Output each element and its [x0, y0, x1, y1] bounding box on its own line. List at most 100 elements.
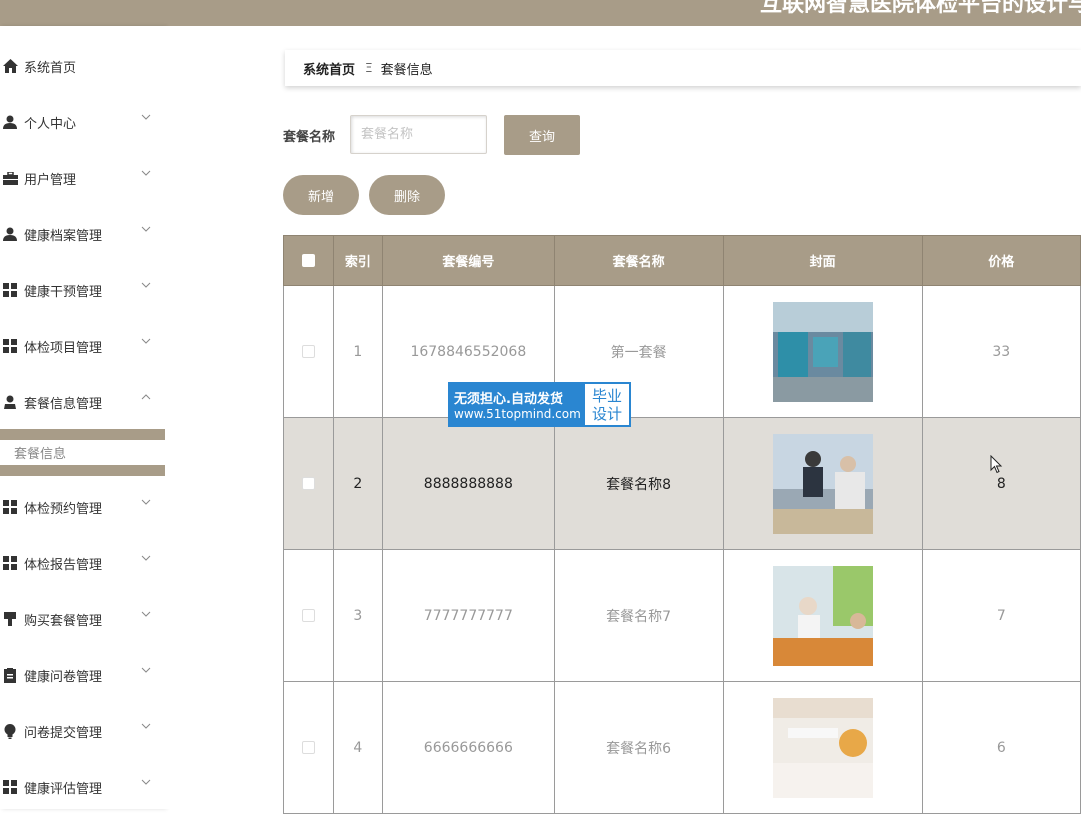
- sidebar-item-exam-items[interactable]: 体检项目管理: [0, 318, 165, 374]
- watermark-line1: 无须担心.自动发货: [454, 392, 563, 407]
- chevron-up-icon: [141, 394, 151, 400]
- sidebar-item-exam-reports[interactable]: 体检报告管理: [0, 535, 165, 591]
- chevron-down-icon: [141, 114, 151, 120]
- package-table: 索引 套餐编号 套餐名称 封面 价格 1 1678846552068 第一套餐: [283, 235, 1081, 814]
- search-label: 套餐名称: [283, 130, 336, 145]
- sidebar-item-exam-booking[interactable]: 体检预约管理: [0, 479, 165, 535]
- row-checkbox[interactable]: [301, 609, 315, 622]
- table-row[interactable]: 1 1678846552068 第一套餐 33: [283, 285, 1081, 418]
- row-checkbox[interactable]: [301, 741, 315, 754]
- sidebar-item-label: 系统首页: [24, 60, 77, 76]
- watermark-badge: 无须担心.自动发货 www.51topmind.com 毕业 设计: [448, 382, 631, 427]
- column-header-index[interactable]: 索引: [332, 235, 384, 286]
- bulb-icon: [2, 723, 18, 739]
- column-header-price[interactable]: 价格: [921, 235, 1081, 286]
- grid-icon: [2, 779, 18, 795]
- column-header-cover[interactable]: 封面: [722, 235, 923, 286]
- sidebar-item-label: 健康档案管理: [24, 228, 103, 244]
- sidebar-item-questionnaire-submissions[interactable]: 问卷提交管理: [0, 703, 165, 759]
- clipboard-icon: [2, 667, 18, 683]
- cover-image-ward: [772, 301, 873, 402]
- cell-cover: [722, 285, 923, 418]
- watermark-text-block: 无须担心.自动发货 www.51topmind.com: [448, 382, 583, 427]
- breadcrumb-current: 套餐信息: [380, 62, 433, 78]
- chevron-down-icon: [141, 723, 151, 729]
- sidebar-item-health-records[interactable]: 健康档案管理: [0, 206, 165, 262]
- row-select-cell: [283, 417, 334, 550]
- cell-cover: [722, 417, 923, 550]
- sidebar-subitem-label: 套餐信息: [14, 446, 67, 462]
- sidebar-item-label: 健康评估管理: [24, 781, 103, 797]
- cell-index: 1: [332, 285, 384, 418]
- row-checkbox[interactable]: [301, 477, 315, 490]
- cell-index: 3: [332, 549, 384, 682]
- sidebar-item-label: 套餐信息管理: [24, 396, 103, 412]
- sidebar-item-user-management[interactable]: 用户管理: [0, 150, 165, 206]
- row-select-cell: [283, 681, 334, 814]
- sidebar-item-health-questionnaire[interactable]: 健康问卷管理: [0, 647, 165, 703]
- submenu-divider: [0, 429, 165, 440]
- cell-code: 8888888888: [382, 417, 555, 550]
- breadcrumb: 系统首页 Ξ 套餐信息: [285, 50, 1081, 86]
- cover-image-reception: [772, 565, 873, 666]
- sidebar-item-label: 健康干预管理: [24, 284, 103, 300]
- grid-icon: [2, 555, 18, 571]
- cell-name: 套餐名称7: [553, 549, 724, 682]
- add-button[interactable]: 新增: [283, 175, 359, 215]
- delete-button[interactable]: 删除: [369, 175, 445, 215]
- user-icon: [2, 226, 18, 242]
- user-icon: [2, 114, 18, 130]
- cell-name: 套餐名称6: [553, 681, 724, 814]
- sidebar-item-health-assessment[interactable]: 健康评估管理: [0, 759, 165, 809]
- sidebar-item-label: 购买套餐管理: [24, 613, 103, 629]
- package-name-search-input[interactable]: [350, 115, 487, 154]
- table-row[interactable]: 4 6666666666 套餐名称6 6: [283, 681, 1081, 814]
- chevron-down-icon: [141, 667, 151, 673]
- sidebar-item-label: 体检项目管理: [24, 340, 103, 356]
- cell-price: 6: [921, 681, 1081, 814]
- chevron-down-icon: [141, 611, 151, 617]
- grid-icon: [2, 338, 18, 354]
- query-button[interactable]: 查询: [504, 115, 580, 155]
- table-row[interactable]: 2 8888888888 套餐名称8 8: [283, 417, 1081, 550]
- chevron-down-icon: [141, 779, 151, 785]
- cell-index: 4: [332, 681, 384, 814]
- chevron-down-icon: [141, 170, 151, 176]
- sidebar-item-home[interactable]: 系统首页: [0, 38, 165, 94]
- briefcase-icon: [2, 170, 18, 186]
- sidebar-item-label: 问卷提交管理: [24, 725, 103, 741]
- cell-name: 套餐名称8: [553, 417, 724, 550]
- sidebar-item-label: 体检报告管理: [24, 557, 103, 573]
- chevron-down-icon: [141, 282, 151, 288]
- cell-price: 7: [921, 549, 1081, 682]
- app-title: 互联网智慧医院体检平台的设计与实现: [760, 0, 1081, 17]
- sidebar-subitem-package-info[interactable]: 套餐信息: [0, 440, 165, 464]
- cell-cover: [722, 681, 923, 814]
- column-header-name[interactable]: 套餐名称: [553, 235, 724, 286]
- watermark-badge-line1: 毕业: [591, 386, 622, 405]
- sidebar-item-label: 体检预约管理: [24, 501, 103, 517]
- row-select-cell: [283, 285, 334, 418]
- watermark-badge-line2: 设计: [591, 404, 622, 423]
- chevron-down-icon: [141, 338, 151, 344]
- cell-index: 2: [332, 417, 384, 550]
- home-icon: [2, 58, 18, 74]
- sidebar-item-health-intervention[interactable]: 健康干预管理: [0, 262, 165, 318]
- cart-icon: [2, 611, 18, 627]
- grid-icon: [2, 499, 18, 515]
- submenu-divider: [0, 465, 165, 476]
- cell-price: 8: [921, 417, 1081, 550]
- cover-image-lobby: [772, 697, 873, 798]
- watermark-stamp: 毕业 设计: [583, 382, 631, 427]
- table-row[interactable]: 3 7777777777 套餐名称7 7: [283, 549, 1081, 682]
- breadcrumb-home[interactable]: 系统首页: [303, 59, 355, 78]
- sidebar-item-package-info[interactable]: 套餐信息管理: [0, 374, 165, 430]
- column-header-code[interactable]: 套餐编号: [382, 235, 555, 286]
- table-header-row: 索引 套餐编号 套餐名称 封面 价格: [283, 235, 1081, 286]
- select-all-checkbox[interactable]: [301, 254, 315, 267]
- sidebar-item-purchase-packages[interactable]: 购买套餐管理: [0, 591, 165, 647]
- user-icon: [2, 394, 18, 410]
- row-checkbox[interactable]: [301, 345, 315, 358]
- sidebar-item-personal-center[interactable]: 个人中心: [0, 94, 165, 150]
- grid-icon: [2, 282, 18, 298]
